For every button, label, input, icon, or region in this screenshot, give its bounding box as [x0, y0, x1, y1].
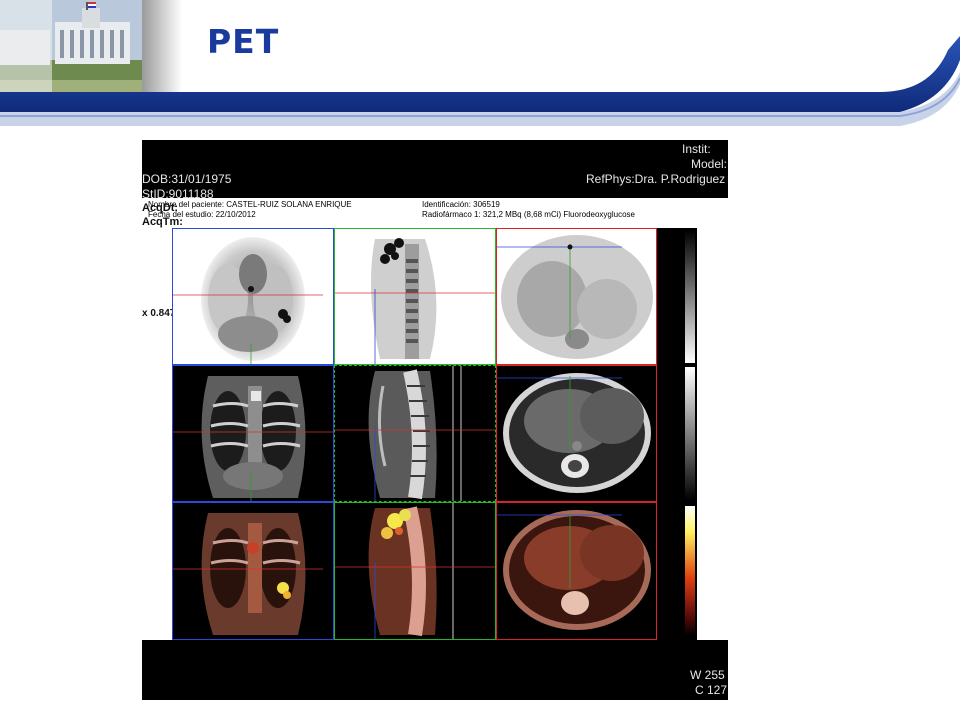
- window-center-label: C 127: [695, 683, 728, 697]
- header-swoosh: [0, 0, 960, 126]
- patient-info-bar: Nombre del paciente: CASTEL-RUIZ SOLANA …: [142, 198, 728, 228]
- slide-header: PET: [0, 0, 960, 130]
- acq-date-label: AcqDt:: [142, 202, 179, 214]
- fusion-scale: [657, 502, 697, 640]
- scale-factor-label: x 0.847: [142, 308, 176, 319]
- acq-time-label: AcqTm:: [142, 216, 183, 228]
- panel-ct-coronal[interactable]: [172, 365, 334, 502]
- slide-title: PET: [207, 22, 280, 61]
- panel-fusion-axial[interactable]: [496, 502, 657, 640]
- patient-name: Nombre del paciente: CASTEL-RUIZ SOLANA …: [148, 200, 352, 209]
- panel-pet-coronal[interactable]: [172, 228, 334, 365]
- image-grid: [172, 228, 657, 640]
- pet-viewer: Instit: Model: RefPhys:Dra. P.Rodriguez …: [142, 140, 728, 700]
- radiopharmaceutical: Radiofármaco 1: 321,2 MBq (8,68 mCi) Flu…: [422, 210, 635, 219]
- panel-ct-sagittal[interactable]: [334, 365, 496, 502]
- left-margin: x 0.847: [142, 228, 176, 640]
- building-photo: [0, 0, 142, 92]
- panel-pet-axial[interactable]: [496, 228, 657, 365]
- model-label: Model:: [691, 157, 728, 171]
- dob-label: DOB:31/01/1975: [142, 172, 232, 186]
- pet-scale: [657, 228, 697, 365]
- panel-fusion-sagittal[interactable]: [334, 502, 496, 640]
- panel-ct-axial[interactable]: [496, 365, 657, 502]
- ct-scale: [657, 365, 697, 502]
- ref-physician-label: RefPhys:Dra. P.Rodriguez: [586, 172, 726, 186]
- panel-fusion-coronal[interactable]: [172, 502, 334, 640]
- institution-label: Instit:: [682, 142, 711, 156]
- patient-id: Identificación: 306519: [422, 200, 500, 209]
- window-width-label: W 255: [690, 668, 725, 682]
- right-margin: [697, 228, 728, 640]
- viewer-bottom-bar: W 255 C 127: [142, 640, 728, 700]
- panel-pet-sagittal[interactable]: [334, 228, 496, 365]
